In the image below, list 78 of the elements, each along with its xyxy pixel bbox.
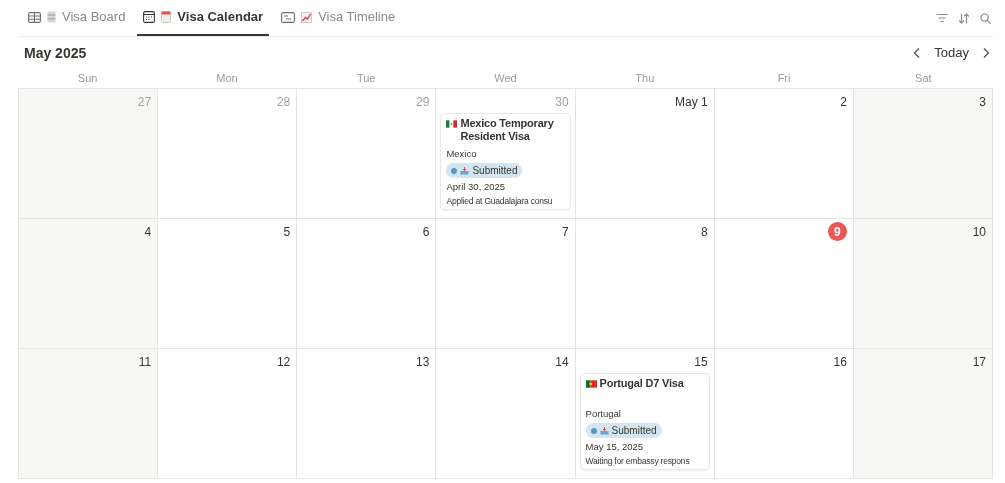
day-number: 6: [422, 224, 430, 241]
event-title: Mexico Temporary Resident Visa: [460, 117, 555, 143]
view-tab[interactable]: Visa Board: [22, 0, 132, 36]
filter-icon[interactable]: [936, 13, 948, 23]
weekday-label: Wed: [494, 71, 517, 87]
day-number: 17: [972, 354, 986, 371]
calendar-icon: [143, 11, 156, 23]
day-cell[interactable]: 14: [436, 349, 576, 479]
day-number: 27: [137, 94, 152, 111]
weekday-label: Thu: [635, 71, 655, 87]
day-number: 3: [979, 94, 986, 111]
inbox-icon: [460, 166, 470, 175]
status-tag: Submitted: [446, 163, 523, 178]
event-card[interactable]: Mexico Temporary Resident Visa Mexico Submitted April 30, 2025 Applied at Guadalajara consu: [440, 113, 571, 210]
cabinet-icon: [47, 11, 56, 23]
day-cell[interactable]: 12: [158, 349, 298, 479]
tear-off-calendar-icon: [161, 11, 172, 23]
weekday-label: Sat: [915, 71, 932, 87]
day-number: 15: [694, 354, 708, 371]
event-date: April 30, 2025: [446, 181, 507, 193]
sort-icon[interactable]: [958, 12, 970, 24]
day-cell[interactable]: 30 Mexico Temporary Resident Visa Mexico Submitted April 30, 2025 Applied at Guadalajara consu: [436, 89, 576, 219]
day-number: 13: [416, 354, 430, 371]
weekday-label: Tue: [356, 71, 376, 87]
day-number: 4: [144, 224, 152, 241]
day-cell[interactable]: 7: [436, 219, 576, 349]
day-cell[interactable]: 11: [19, 349, 159, 479]
day-cell[interactable]: May 1: [575, 89, 715, 219]
day-cell[interactable]: 13: [297, 349, 437, 479]
day-number: 10: [972, 224, 986, 241]
day-number: 30: [555, 94, 569, 111]
weekday-label: Fri: [777, 71, 791, 87]
day-number: May 1: [675, 94, 708, 111]
day-number: 11: [138, 354, 152, 371]
view-tab[interactable]: Visa Calendar: [137, 0, 270, 36]
inbox-icon: [599, 426, 609, 435]
event-card[interactable]: Portugal D7 Visa Portugal Submitted May 15, 2025 Waiting for embassy respons: [579, 373, 710, 470]
flag-icon: [446, 120, 458, 128]
status-tag: Submitted: [585, 423, 662, 438]
today-button[interactable]: Today: [930, 43, 973, 63]
next-icon[interactable]: [981, 47, 991, 59]
day-cell[interactable]: 6: [297, 219, 437, 349]
day-cell[interactable]: 8: [575, 219, 715, 349]
day-cell[interactable]: 4: [19, 219, 159, 349]
view-tab[interactable]: Visa Timeline: [275, 0, 402, 36]
day-number: 9: [827, 222, 847, 241]
day-cell[interactable]: 5: [158, 219, 298, 349]
status-dot-icon: [590, 427, 597, 434]
day-number: 14: [555, 354, 569, 371]
day-number: 5: [283, 224, 291, 241]
day-cell[interactable]: 17: [853, 349, 993, 479]
weekday-label: Mon: [216, 71, 238, 87]
day-number: 2: [840, 94, 847, 111]
day-number: 12: [276, 354, 291, 371]
event-note: Waiting for embassy respons: [585, 456, 691, 467]
event-title: Portugal D7 Visa: [599, 377, 684, 390]
event-date: May 15, 2025: [585, 441, 645, 453]
weekday-label: Sun: [77, 71, 98, 87]
chart-icon: [301, 11, 313, 23]
day-cell[interactable]: 15 Portugal D7 Visa Portugal Submitted May 15, 2025 Waiting for embassy respons: [575, 349, 715, 479]
event-note: Applied at Guadalajara consu: [446, 196, 554, 207]
country-text: Mexico: [446, 148, 478, 160]
day-number: 16: [833, 354, 847, 371]
flag-icon: [585, 380, 597, 388]
table-icon: [28, 11, 41, 23]
day-number: 28: [276, 94, 291, 111]
status-dot-icon: [451, 167, 458, 174]
search-icon[interactable]: [980, 12, 991, 24]
day-cell[interactable]: 3: [853, 89, 993, 219]
day-number: 7: [561, 224, 569, 241]
day-number: 29: [416, 94, 430, 111]
day-cell[interactable]: 16: [714, 349, 854, 479]
day-cell[interactable]: 2: [714, 89, 854, 219]
country-text: Portugal: [585, 408, 622, 420]
day-number: 8: [701, 224, 708, 241]
timeline-icon: [281, 11, 296, 23]
month-title: May 2025: [23, 43, 87, 63]
day-cell[interactable]: 10: [853, 219, 993, 349]
